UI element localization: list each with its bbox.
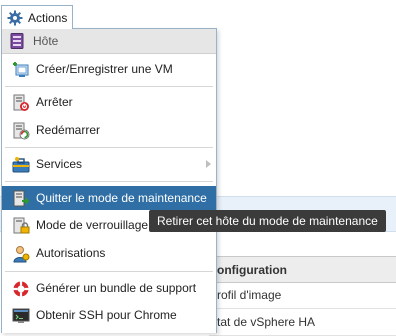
create-vm-icon xyxy=(13,62,29,77)
restart-icon xyxy=(13,122,30,140)
tooltip-text: Retirer cet hôte du mode de maintenance xyxy=(157,214,378,228)
support-bundle-icon xyxy=(13,281,29,297)
services-icon xyxy=(12,157,30,173)
menu-item-label: Redémarrer xyxy=(36,123,101,137)
menu-item-exit-maintenance[interactable]: Quitter le mode de maintenance xyxy=(2,186,216,210)
configuration-table: onfiguration rofil d'image tat de vSpher… xyxy=(208,256,396,336)
table-row-label: tat de vSphere HA xyxy=(217,315,316,329)
menu-item-label: Mode de verrouillage xyxy=(36,218,149,232)
menu-item-create-vm[interactable]: Créer/Enregistrer une VM xyxy=(2,57,216,81)
actions-button[interactable]: Actions xyxy=(1,5,73,29)
menu-separator xyxy=(5,147,213,148)
menu-item-shutdown[interactable]: Arrêter xyxy=(2,90,216,114)
ssh-icon xyxy=(12,308,30,323)
menu-item-restart[interactable]: Redémarrer xyxy=(2,118,216,142)
menu-separator xyxy=(5,86,213,87)
menu-item-ssh-chrome[interactable]: Obtenir SSH pour Chrome xyxy=(2,303,216,327)
menu-item-label: Créer/Enregistrer une VM xyxy=(36,62,173,76)
menu-item-permissions[interactable]: Autorisations xyxy=(2,241,216,265)
menu-header: Hôte xyxy=(2,29,216,54)
lockdown-icon xyxy=(13,217,30,234)
menu-item-label: Arrêter xyxy=(36,95,73,109)
menu-item-label: Autorisations xyxy=(36,246,106,260)
actions-menu: Hôte Créer/Enregistrer une VM Arrêter Re… xyxy=(1,28,217,333)
menu-separator xyxy=(5,181,213,182)
menu-item-label: Quitter le mode de maintenance xyxy=(36,191,207,205)
menu-header-label: Hôte xyxy=(33,34,59,48)
chevron-right-icon xyxy=(206,160,211,168)
shutdown-icon xyxy=(13,94,29,111)
permissions-icon xyxy=(13,246,30,263)
configuration-header-label: onfiguration xyxy=(217,263,287,277)
tooltip: Retirer cet hôte du mode de maintenance xyxy=(149,210,386,232)
table-row[interactable]: tat de vSphere HA xyxy=(209,309,396,336)
menu-item-services[interactable]: Services xyxy=(2,152,216,176)
gear-icon xyxy=(7,10,23,26)
menu-item-label: Services xyxy=(36,157,83,171)
table-row-label: rofil d'image xyxy=(217,288,282,302)
menu-item-label: Générer un bundle de support xyxy=(36,281,197,295)
table-row[interactable]: rofil d'image xyxy=(209,282,396,309)
menu-separator xyxy=(5,271,213,272)
menu-item-support-bundle[interactable]: Générer un bundle de support xyxy=(2,276,216,300)
configuration-table-header: onfiguration xyxy=(209,256,396,283)
host-icon xyxy=(10,33,24,49)
menu-item-label: Obtenir SSH pour Chrome xyxy=(36,308,177,322)
actions-label: Actions xyxy=(28,11,68,25)
exit-maintenance-icon xyxy=(13,190,30,207)
